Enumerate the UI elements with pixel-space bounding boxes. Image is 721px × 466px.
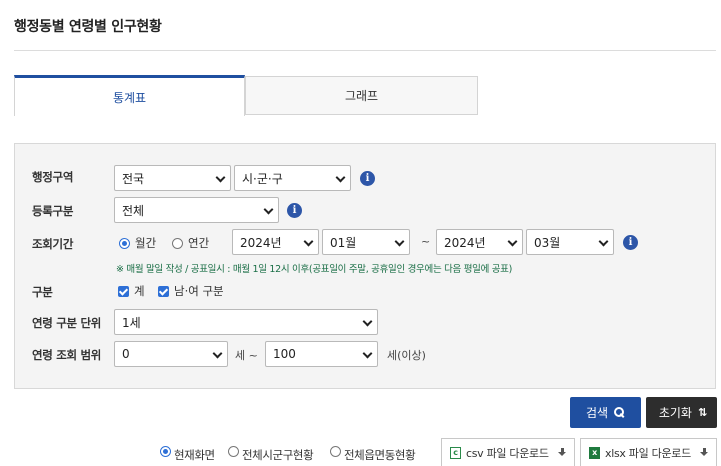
registration-value: 전체 [122, 203, 145, 218]
chevron-down-icon [598, 236, 609, 247]
search-button-label: 검색 [585, 406, 609, 420]
period-monthly-label: 월간 [135, 236, 157, 250]
chevron-down-icon [362, 348, 373, 359]
info-icon[interactable]: i [623, 235, 638, 250]
reset-arrows-icon: ⇅ [697, 406, 707, 419]
csv-download-label: csv 파일 다운로드 [466, 447, 549, 460]
publication-note: ※ 매월 말일 작성 / 공표일시 : 매월 1일 12시 이후(공표일이 주말… [116, 264, 513, 275]
tab-stats-table[interactable]: 통계표 [14, 75, 245, 116]
chevron-down-icon [335, 172, 346, 183]
age-range-label: 연령 조회 범위 [32, 348, 102, 362]
view-current-label: 현재화면 [174, 448, 215, 462]
view-eupmyeondong-label: 전체읍면동현황 [344, 448, 416, 462]
registration-select[interactable]: 전체 [114, 197, 279, 223]
age-unit-value: 1세 [122, 315, 141, 330]
chevron-down-icon [215, 172, 226, 183]
age-from-value: 0 [122, 347, 130, 361]
age-from-select[interactable]: 0 [114, 341, 228, 367]
search-icon [614, 407, 625, 418]
chevron-down-icon [394, 236, 405, 247]
xlsx-download-button[interactable]: x xlsx 파일 다운로드 [580, 438, 717, 466]
info-icon[interactable]: i [287, 203, 302, 218]
xlsx-download-label: xlsx 파일 다운로드 [605, 447, 691, 460]
sido-value: 전국 [122, 171, 145, 186]
sigungu-value: 시·군·구 [242, 171, 283, 186]
view-current-radio[interactable] [160, 446, 171, 457]
to-month-value: 03월 [534, 235, 561, 250]
from-month-select[interactable]: 01월 [322, 229, 410, 255]
sigungu-select[interactable]: 시·군·구 [234, 165, 351, 191]
page-title: 행정동별 연령별 인구현황 [14, 19, 162, 35]
to-month-select[interactable]: 03월 [526, 229, 614, 255]
from-year-value: 2024년 [240, 235, 282, 250]
csv-download-button[interactable]: c csv 파일 다운로드 [441, 438, 575, 466]
to-year-value: 2024년 [444, 235, 486, 250]
view-sigungu-label: 전체시군구현황 [242, 448, 314, 462]
from-month-value: 01월 [330, 235, 357, 250]
xlsx-file-icon: x [589, 447, 600, 459]
title-divider [14, 50, 716, 51]
sido-select[interactable]: 전국 [114, 165, 231, 191]
gender-checkbox-label: 남·여 구분 [174, 284, 224, 298]
view-sigungu-radio[interactable] [228, 446, 239, 457]
reset-button-label: 초기화 [658, 406, 692, 420]
age-unit-select[interactable]: 1세 [114, 309, 378, 335]
search-button[interactable]: 검색 [570, 397, 641, 428]
gender-checkbox[interactable] [158, 286, 169, 297]
chevron-down-icon [263, 204, 274, 215]
reset-button[interactable]: 초기화 ⇅ [646, 397, 717, 428]
age-range-separator: 세 ~ [235, 349, 258, 362]
total-checkbox[interactable] [118, 286, 129, 297]
download-icon [557, 448, 567, 458]
period-label: 조회기간 [32, 237, 74, 251]
age-range-suffix: 세(이상) [387, 349, 426, 362]
chevron-down-icon [507, 236, 518, 247]
tab-graph[interactable]: 그래프 [245, 76, 478, 115]
csv-file-icon: c [450, 447, 461, 459]
range-separator: ~ [421, 235, 431, 248]
division-label: 구분 [32, 285, 53, 299]
period-monthly-radio[interactable] [119, 238, 130, 249]
registration-label: 등록구분 [32, 204, 74, 218]
chevron-down-icon [303, 236, 314, 247]
chevron-down-icon [212, 348, 223, 359]
total-checkbox-label: 계 [134, 284, 145, 298]
age-to-select[interactable]: 100 [265, 341, 378, 367]
period-yearly-radio[interactable] [172, 238, 183, 249]
to-year-select[interactable]: 2024년 [436, 229, 523, 255]
age-unit-label: 연령 구분 단위 [32, 316, 102, 330]
view-eupmyeondong-radio[interactable] [330, 446, 341, 457]
download-icon [699, 448, 709, 458]
region-label: 행정구역 [32, 170, 74, 184]
period-yearly-label: 연간 [188, 236, 210, 250]
from-year-select[interactable]: 2024년 [232, 229, 319, 255]
chevron-down-icon [362, 316, 373, 327]
age-to-value: 100 [273, 347, 296, 361]
info-icon[interactable]: i [360, 171, 375, 186]
